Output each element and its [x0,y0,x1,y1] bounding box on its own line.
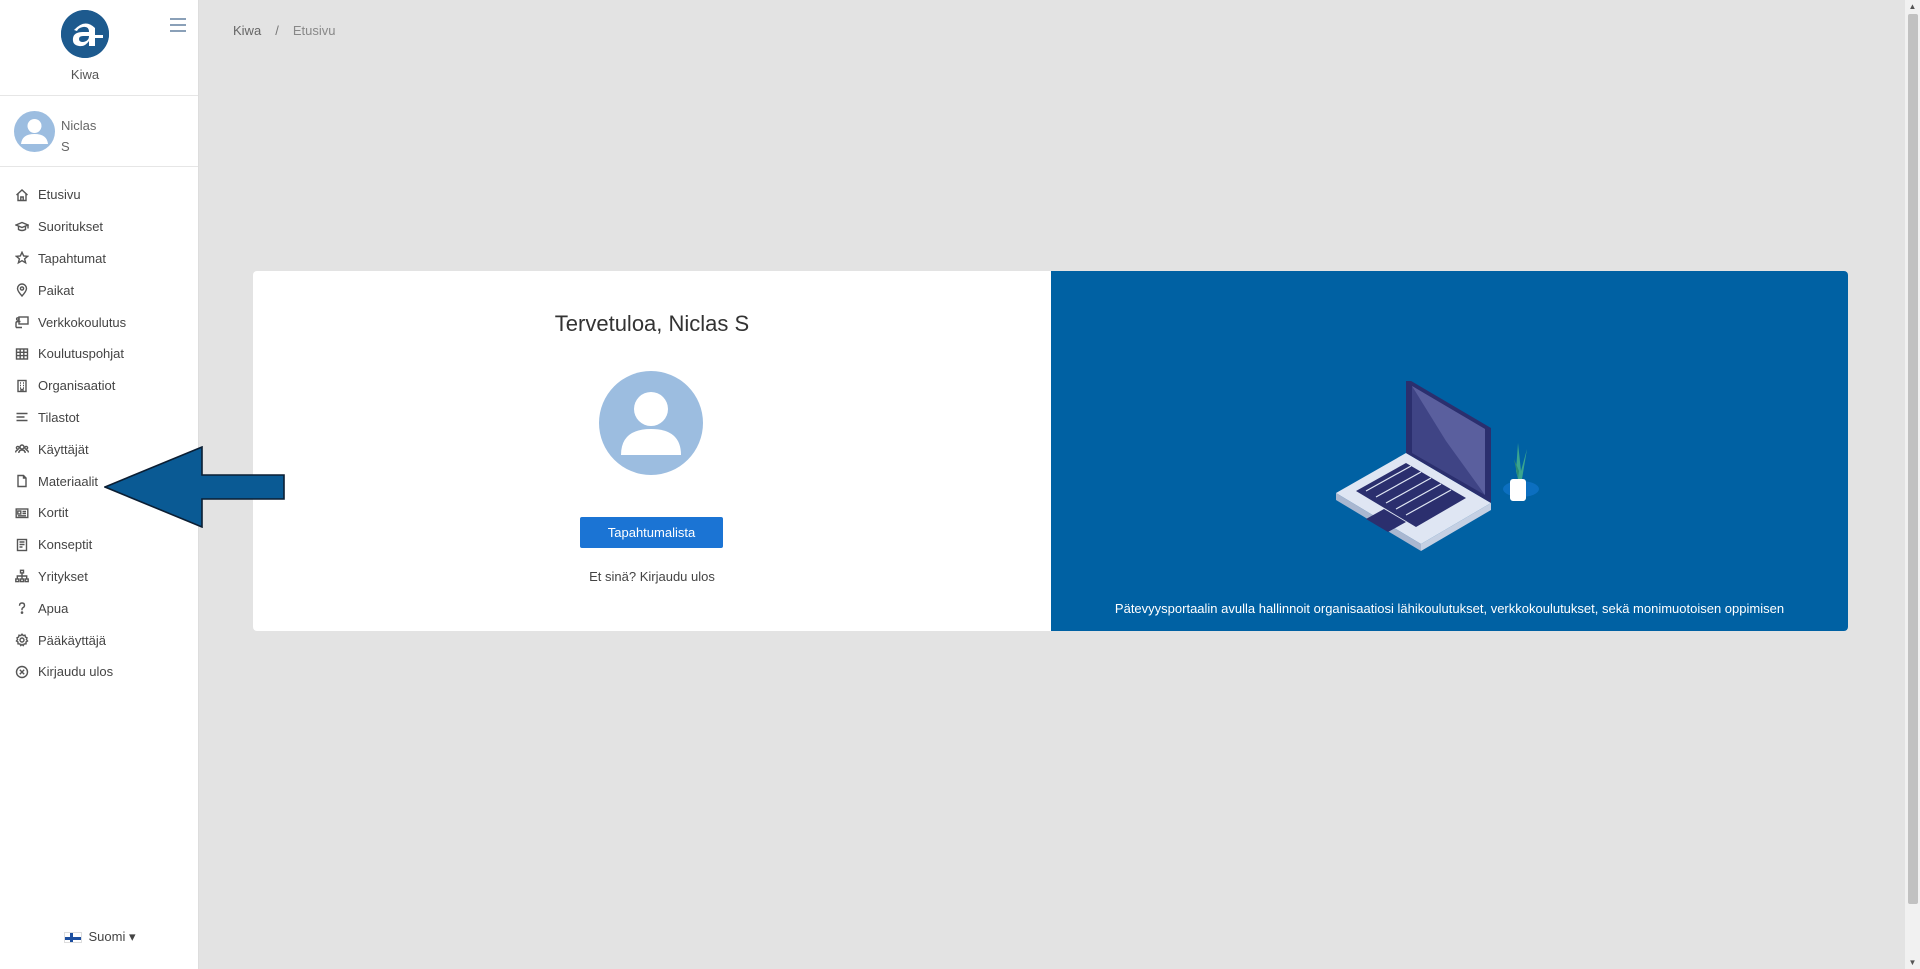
sidebar-item-label: Tapahtumat [38,250,106,266]
sidebar-item-paikat[interactable]: Paikat [0,274,198,306]
kiwa-logo-icon[interactable] [61,10,109,58]
vertical-scrollbar[interactable]: ▲ ▼ [1905,0,1920,969]
sidebar-item-label: Koulutuspohjat [38,346,125,362]
sidebar-item-label: Suoritukset [38,219,104,235]
user-first-name: Niclas [61,118,97,133]
scroll-up-arrow-icon[interactable]: ▲ [1908,2,1917,11]
welcome-title: Tervetuloa, Niclas S [554,311,750,336]
lines-icon [15,410,29,424]
event-list-button[interactable]: Tapahtumalista [580,517,723,548]
sidebar-item-label: Pääkäyttäjä [38,632,106,648]
sidebar-item-koulutuspohjat[interactable]: Koulutuspohjat [0,338,198,370]
sidebar-item-label: Verkkokoulutus [38,314,127,330]
sidebar-item-label: Apua [38,600,69,616]
sidebar-item-paakayttaja[interactable]: Pääkäyttäjä [0,624,198,656]
sidebar-item-label: Organisaatiot [38,378,116,394]
gear-icon [15,633,29,647]
sidebar-item-label: Yritykset [38,568,88,584]
scroll-down-arrow-icon[interactable]: ▼ [1908,958,1917,967]
question-icon [15,601,29,615]
breadcrumb-separator: / [275,23,279,38]
breadcrumb: Kiwa / Etusivu [233,23,335,38]
user-name: Niclas S [61,115,141,157]
user-avatar-icon[interactable] [14,111,55,152]
sidebar-item-tilastot[interactable]: Tilastot [0,402,198,434]
sidebar-nav: Etusivu Suoritukset Tapahtumat Paikat Ve… [0,167,198,688]
sidebar-item-konseptit[interactable]: Konseptit [0,529,198,561]
table-icon [15,347,29,361]
building-icon [15,379,29,393]
sidebar-item-organisaatiot[interactable]: Organisaatiot [0,370,198,402]
document-icon [15,474,29,488]
sidebar-item-tapahtumat[interactable]: Tapahtumat [0,243,198,275]
breadcrumb-current: Etusivu [292,23,336,38]
finland-flag-icon [63,932,82,944]
scrollbar-thumb[interactable] [1908,14,1918,904]
user-profile[interactable]: Niclas S [0,96,198,167]
user-last-name: S [61,139,70,154]
language-label: Suomi ▾ [88,929,136,944]
sidebar-item-kirjaudu-ulos[interactable]: Kirjaudu ulos [0,656,198,688]
laptop-illustration [1336,381,1539,551]
map-pin-icon [15,283,29,298]
graduation-cap-icon [15,220,29,234]
sidebar-item-yritykset[interactable]: Yritykset [0,561,198,593]
sidebar-item-verkkokoulutus[interactable]: Verkkokoulutus [0,306,198,338]
hamburger-menu-icon[interactable] [170,18,186,32]
sidebar-item-label: Materiaalit [38,473,98,489]
sidebar-item-label: Käyttäjät [38,441,89,457]
brand-name: Kiwa [70,67,100,82]
welcome-card: Tervetuloa, Niclas S Tapahtumalista Et s… [253,271,1848,631]
sidebar-item-etusivu[interactable]: Etusivu [0,179,198,211]
language-selector[interactable]: Suomi ▾ [0,929,199,945]
breadcrumb-root[interactable]: Kiwa [233,23,261,38]
profile-avatar-icon [599,371,703,475]
logout-link[interactable]: Kirjaudu ulos [640,569,715,584]
sidebar-item-label: Konseptit [38,537,93,553]
not-you-prefix: Et sinä? [589,569,637,584]
users-icon [15,442,29,456]
circle-x-icon [15,665,29,679]
sidebar-item-label: Kirjaudu ulos [38,664,114,680]
brand-header: Kiwa [0,0,198,96]
sidebar-item-apua[interactable]: Apua [0,592,198,624]
star-icon [15,251,29,265]
sidebar-item-suoritukset[interactable]: Suoritukset [0,211,198,243]
sidebar-item-label: Etusivu [38,187,81,203]
not-you-text: Et sinä? Kirjaudu ulos [253,569,1051,584]
sidebar-item-label: Kortit [38,505,69,521]
sidebar-item-label: Paikat [38,282,75,298]
home-icon [15,188,29,202]
online-training-icon [15,315,29,329]
promo-tagline: Pätevyysportaalin avulla hallinnoit orga… [1114,601,1785,616]
org-chart-icon [15,569,29,583]
annotation-arrow-icon [104,446,285,528]
welcome-panel: Tervetuloa, Niclas S Tapahtumalista Et s… [253,271,1051,631]
sidebar-item-label: Tilastot [38,409,80,425]
id-card-icon [15,506,29,520]
promo-panel: Pätevyysportaalin avulla hallinnoit orga… [1051,271,1848,631]
notebook-icon [15,538,29,552]
